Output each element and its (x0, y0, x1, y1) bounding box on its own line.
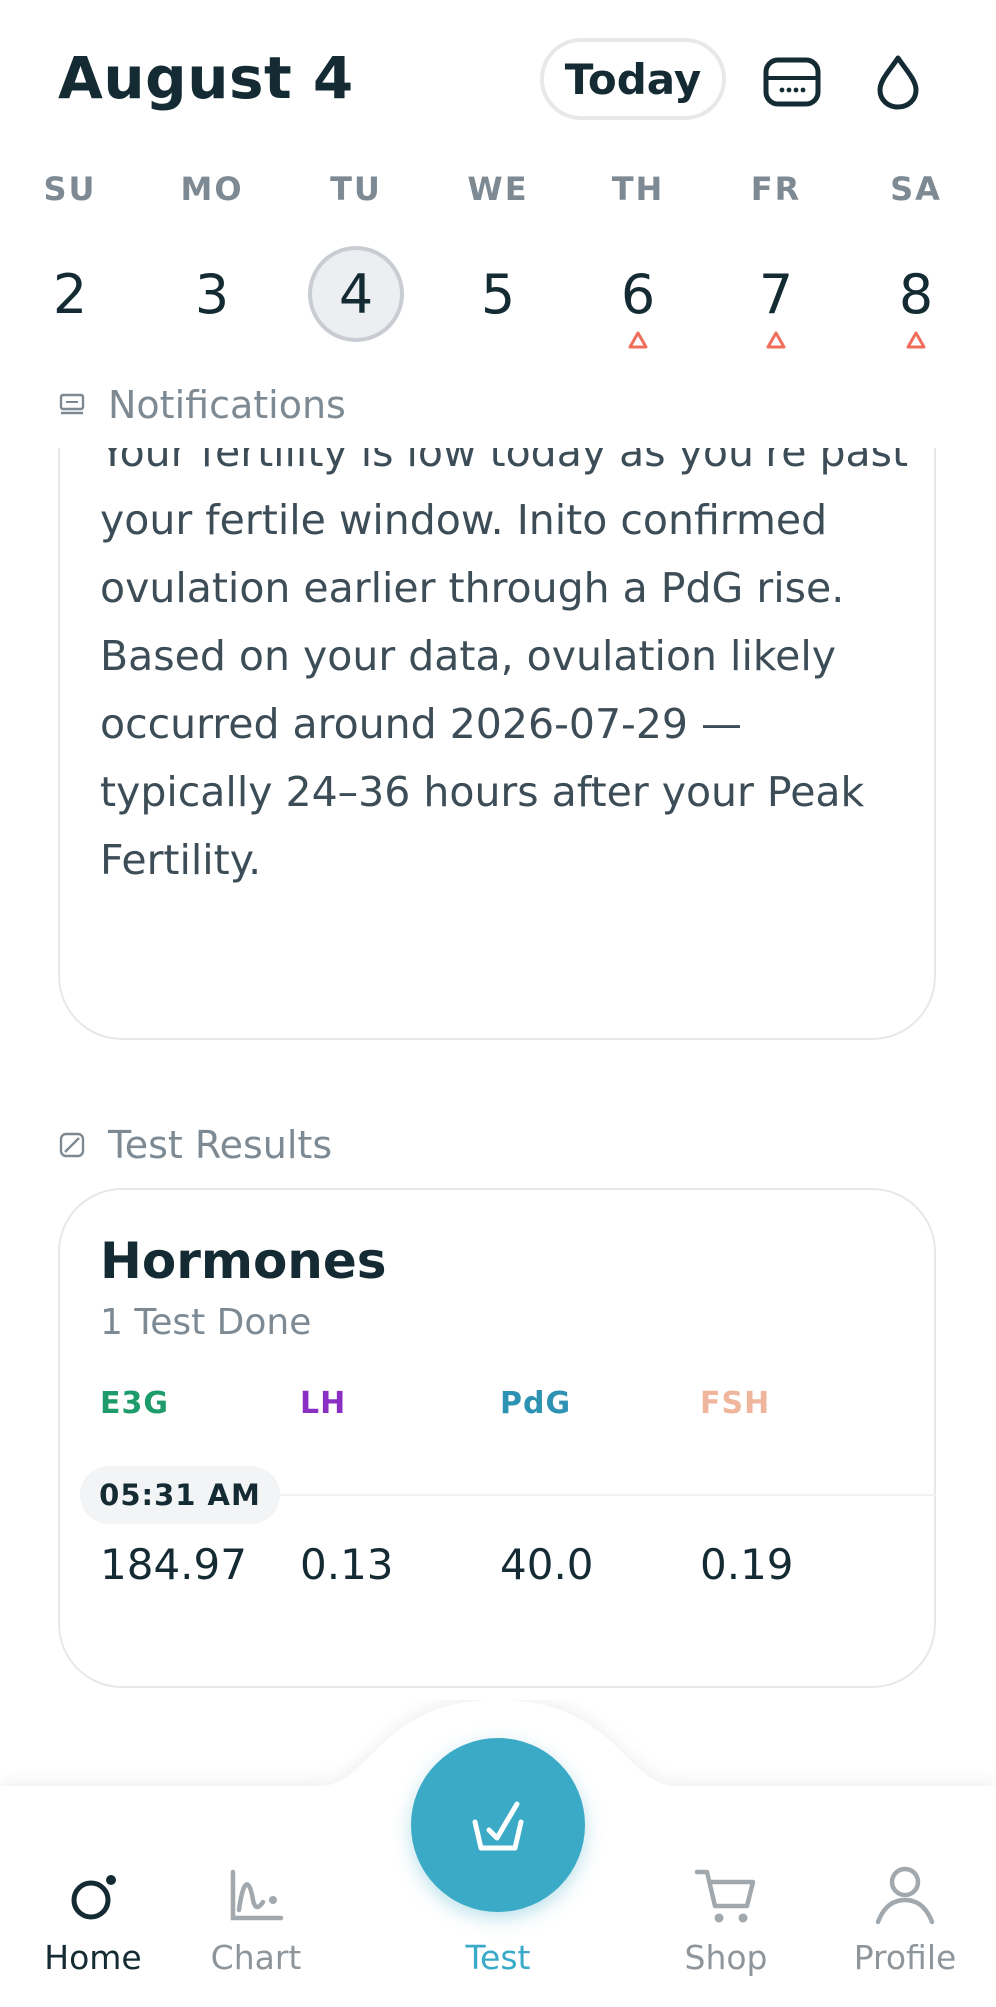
profile-icon (875, 1866, 935, 1925)
hormones-card[interactable]: Hormones 1 Test Done E3G LH PdG FSH 05:3… (58, 1188, 936, 1688)
fertility-marker-icon (628, 331, 648, 349)
test-results-section-label: Test Results (58, 1120, 332, 1170)
nav-test-label[interactable]: Test (413, 1938, 583, 1977)
day-sunday[interactable]: SU 2 (10, 160, 130, 360)
notifications-label: Notifications (108, 383, 346, 427)
notification-card[interactable]: Your fertility is low today as you're pa… (58, 448, 936, 1040)
day-number[interactable]: 3 (164, 246, 260, 342)
day-number[interactable]: 6 (590, 246, 686, 342)
nav-profile-label: Profile (853, 1938, 957, 1977)
test-icon (472, 1801, 524, 1851)
day-monday[interactable]: MO 3 (152, 160, 272, 360)
day-wednesday[interactable]: WE 5 (438, 160, 558, 360)
nav-chart-label: Chart (210, 1938, 302, 1977)
hormone-value-lh: 0.13 (300, 1540, 394, 1589)
tests-done-count: 1 Test Done (100, 1302, 312, 1343)
nav-shop-label: Shop (684, 1938, 768, 1977)
day-of-week: MO (180, 170, 244, 208)
reader-device-icon[interactable] (760, 50, 824, 114)
nav-chart[interactable]: Chart (171, 1860, 341, 2000)
test-results-label: Test Results (108, 1123, 333, 1167)
fertility-marker-icon (906, 331, 926, 349)
day-of-week: TH (611, 170, 665, 208)
day-tuesday[interactable]: TU 4 (296, 160, 416, 360)
day-of-week: SA (890, 170, 942, 208)
day-number[interactable]: 7 (728, 246, 824, 342)
bottom-navigation: Home Chart Test Shop Profile (0, 1700, 996, 2007)
cart-icon (694, 1869, 756, 1923)
day-of-week: SU (43, 170, 97, 208)
hormone-header-fsh: FSH (700, 1386, 771, 1421)
time-divider (260, 1494, 936, 1496)
day-number[interactable]: 5 (450, 246, 546, 342)
nav-home-label: Home (44, 1938, 142, 1977)
day-friday[interactable]: FR 7 (716, 160, 836, 360)
hormone-value-fsh: 0.19 (700, 1540, 794, 1589)
nav-profile[interactable]: Profile (820, 1860, 990, 2000)
day-number[interactable]: 8 (868, 246, 964, 342)
test-fab-button[interactable] (411, 1738, 585, 1912)
hormone-value-e3g: 184.97 (100, 1540, 247, 1589)
notification-message: Your fertility is low today as you're pa… (100, 448, 909, 884)
hormone-value-pdg: 40.0 (500, 1540, 594, 1589)
hormone-header-pdg: PdG (500, 1386, 572, 1421)
hormone-header-lh: LH (300, 1386, 347, 1421)
day-thursday[interactable]: TH 6 (578, 160, 698, 360)
today-button[interactable]: Today (540, 38, 726, 120)
hormone-header-e3g: E3G (100, 1386, 169, 1421)
nav-home[interactable]: Home (8, 1860, 178, 2000)
day-number-selected[interactable]: 4 (308, 246, 404, 342)
nav-shop[interactable]: Shop (641, 1860, 811, 2000)
fertility-marker-icon (766, 331, 786, 349)
notification-icon (59, 393, 85, 415)
header: August 4 Today (0, 0, 996, 160)
day-number[interactable]: 2 (22, 246, 118, 342)
day-of-week: WE (467, 170, 529, 208)
drop-icon[interactable] (866, 50, 930, 114)
day-of-week: TU (330, 170, 382, 208)
test-time-badge: 05:31 AM (80, 1466, 280, 1524)
hormones-title: Hormones (100, 1232, 387, 1290)
day-saturday[interactable]: SA 8 (856, 160, 976, 360)
home-icon (71, 1875, 116, 1920)
notifications-section-label: Notifications (58, 380, 346, 430)
day-of-week: FR (750, 170, 802, 208)
test-results-icon (59, 1132, 85, 1158)
chart-icon (230, 1869, 284, 1921)
week-strip: SU 2 MO 3 TU 4 WE 5 TH 6 FR 7 SA 8 (0, 160, 996, 360)
date-title[interactable]: August 4 (58, 44, 354, 112)
